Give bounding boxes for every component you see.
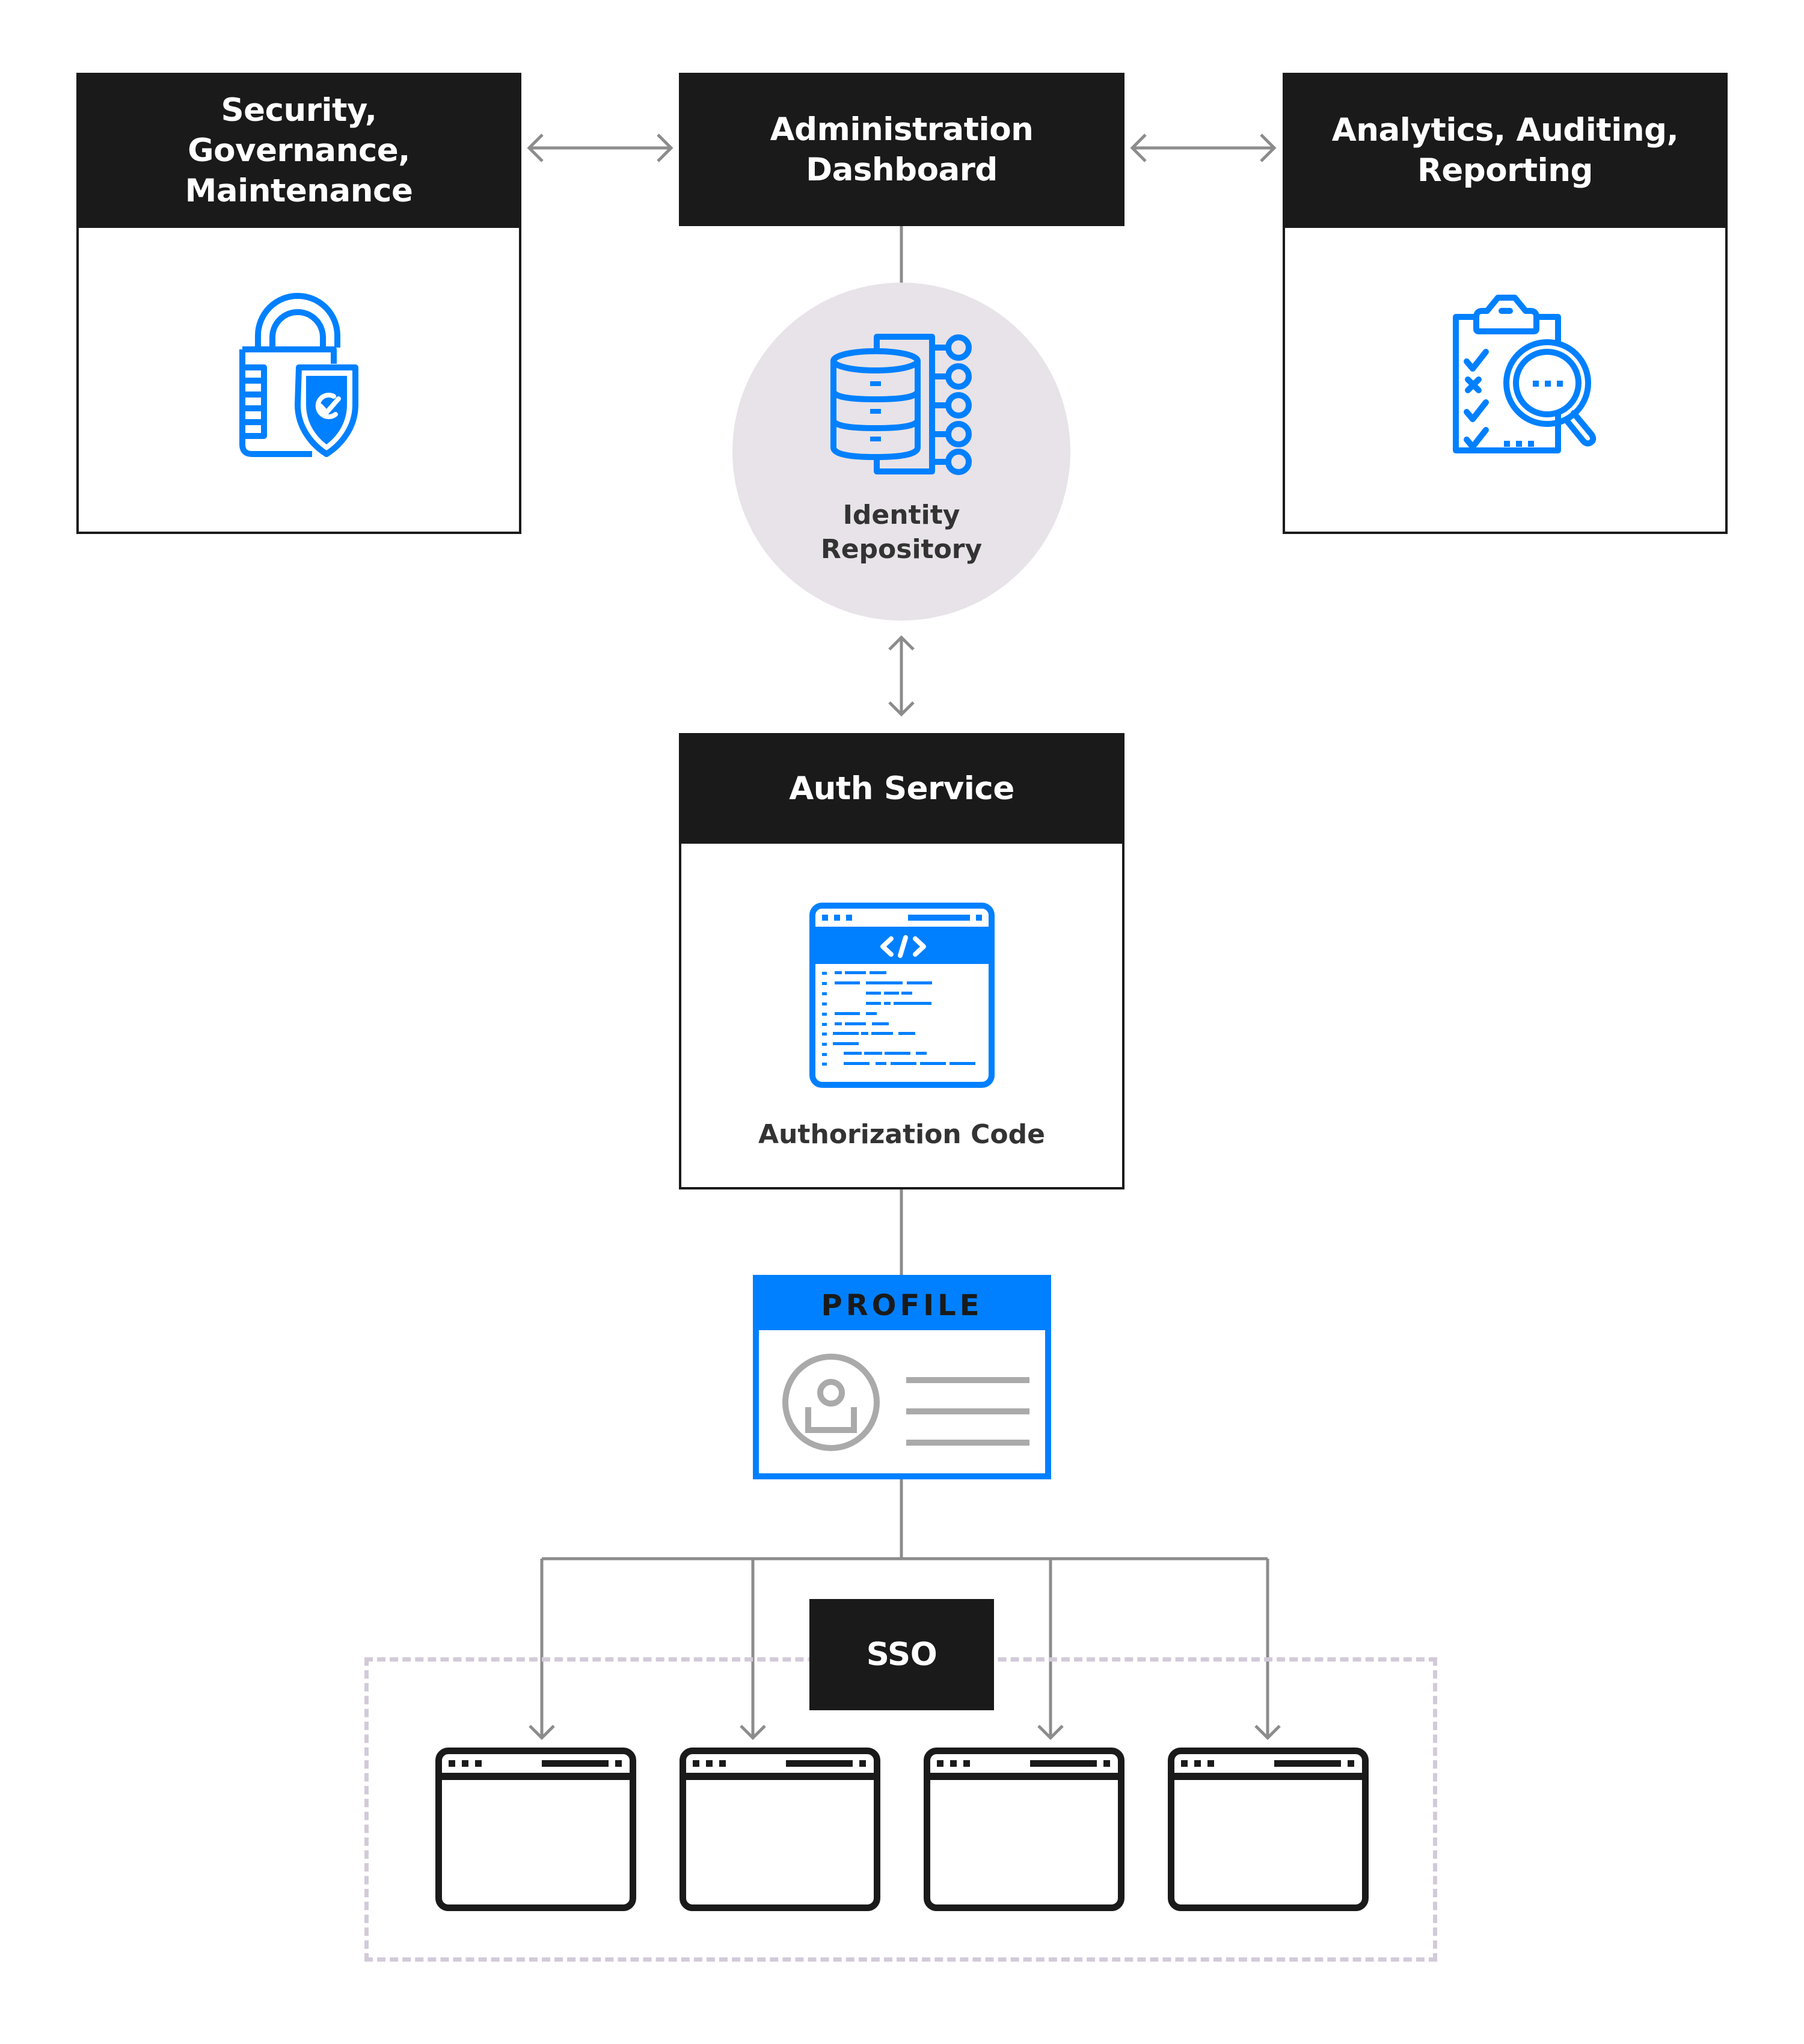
database-network-icon xyxy=(830,334,972,475)
analytics-title: Analytics, Auditing, Reporting xyxy=(1331,112,1679,189)
browser-window-icon xyxy=(924,1748,1124,1911)
auth-service-header: Auth Service xyxy=(679,733,1124,844)
sso-node: SSO xyxy=(809,1599,994,1710)
browser-window-icon xyxy=(435,1748,636,1911)
repository-label: Identity Repository xyxy=(820,500,983,565)
arrow-security-admin xyxy=(527,134,673,162)
clipboard-magnifier-icon xyxy=(1453,295,1597,453)
authorization-code-label: Authorization Code xyxy=(758,1119,1045,1150)
security-title: Security, Governance, Maintenance xyxy=(185,91,413,209)
identity-repository-node: Identity Repository xyxy=(732,283,1070,621)
user-profile-card-icon xyxy=(782,1354,1029,1451)
admin-title: Administration Dashboard xyxy=(770,111,1034,188)
browser-window-icon xyxy=(1168,1748,1369,1911)
lock-shield-check-icon xyxy=(239,293,358,457)
security-card: Security, Governance, Maintenance xyxy=(76,73,521,534)
arrow-admin-analytics xyxy=(1130,134,1277,162)
code-window-icon xyxy=(809,903,995,1088)
sso-title: SSO xyxy=(866,1636,937,1673)
admin-dashboard-node: Administration Dashboard xyxy=(679,73,1124,226)
profile-title: PROFILE xyxy=(821,1289,983,1322)
browser-window-icon xyxy=(680,1748,880,1911)
analytics-header: Analytics, Auditing, Reporting xyxy=(1283,73,1728,228)
analytics-card: Analytics, Auditing, Reporting xyxy=(1283,73,1728,534)
profile-header: PROFILE xyxy=(759,1281,1045,1330)
auth-service-card: Auth Service Authorization Code xyxy=(679,733,1124,1189)
security-header: Security, Governance, Maintenance xyxy=(76,73,521,228)
arrow-repository-auth xyxy=(888,635,915,717)
auth-service-title: Auth Service xyxy=(789,770,1014,807)
profile-card: PROFILE xyxy=(753,1275,1051,1479)
